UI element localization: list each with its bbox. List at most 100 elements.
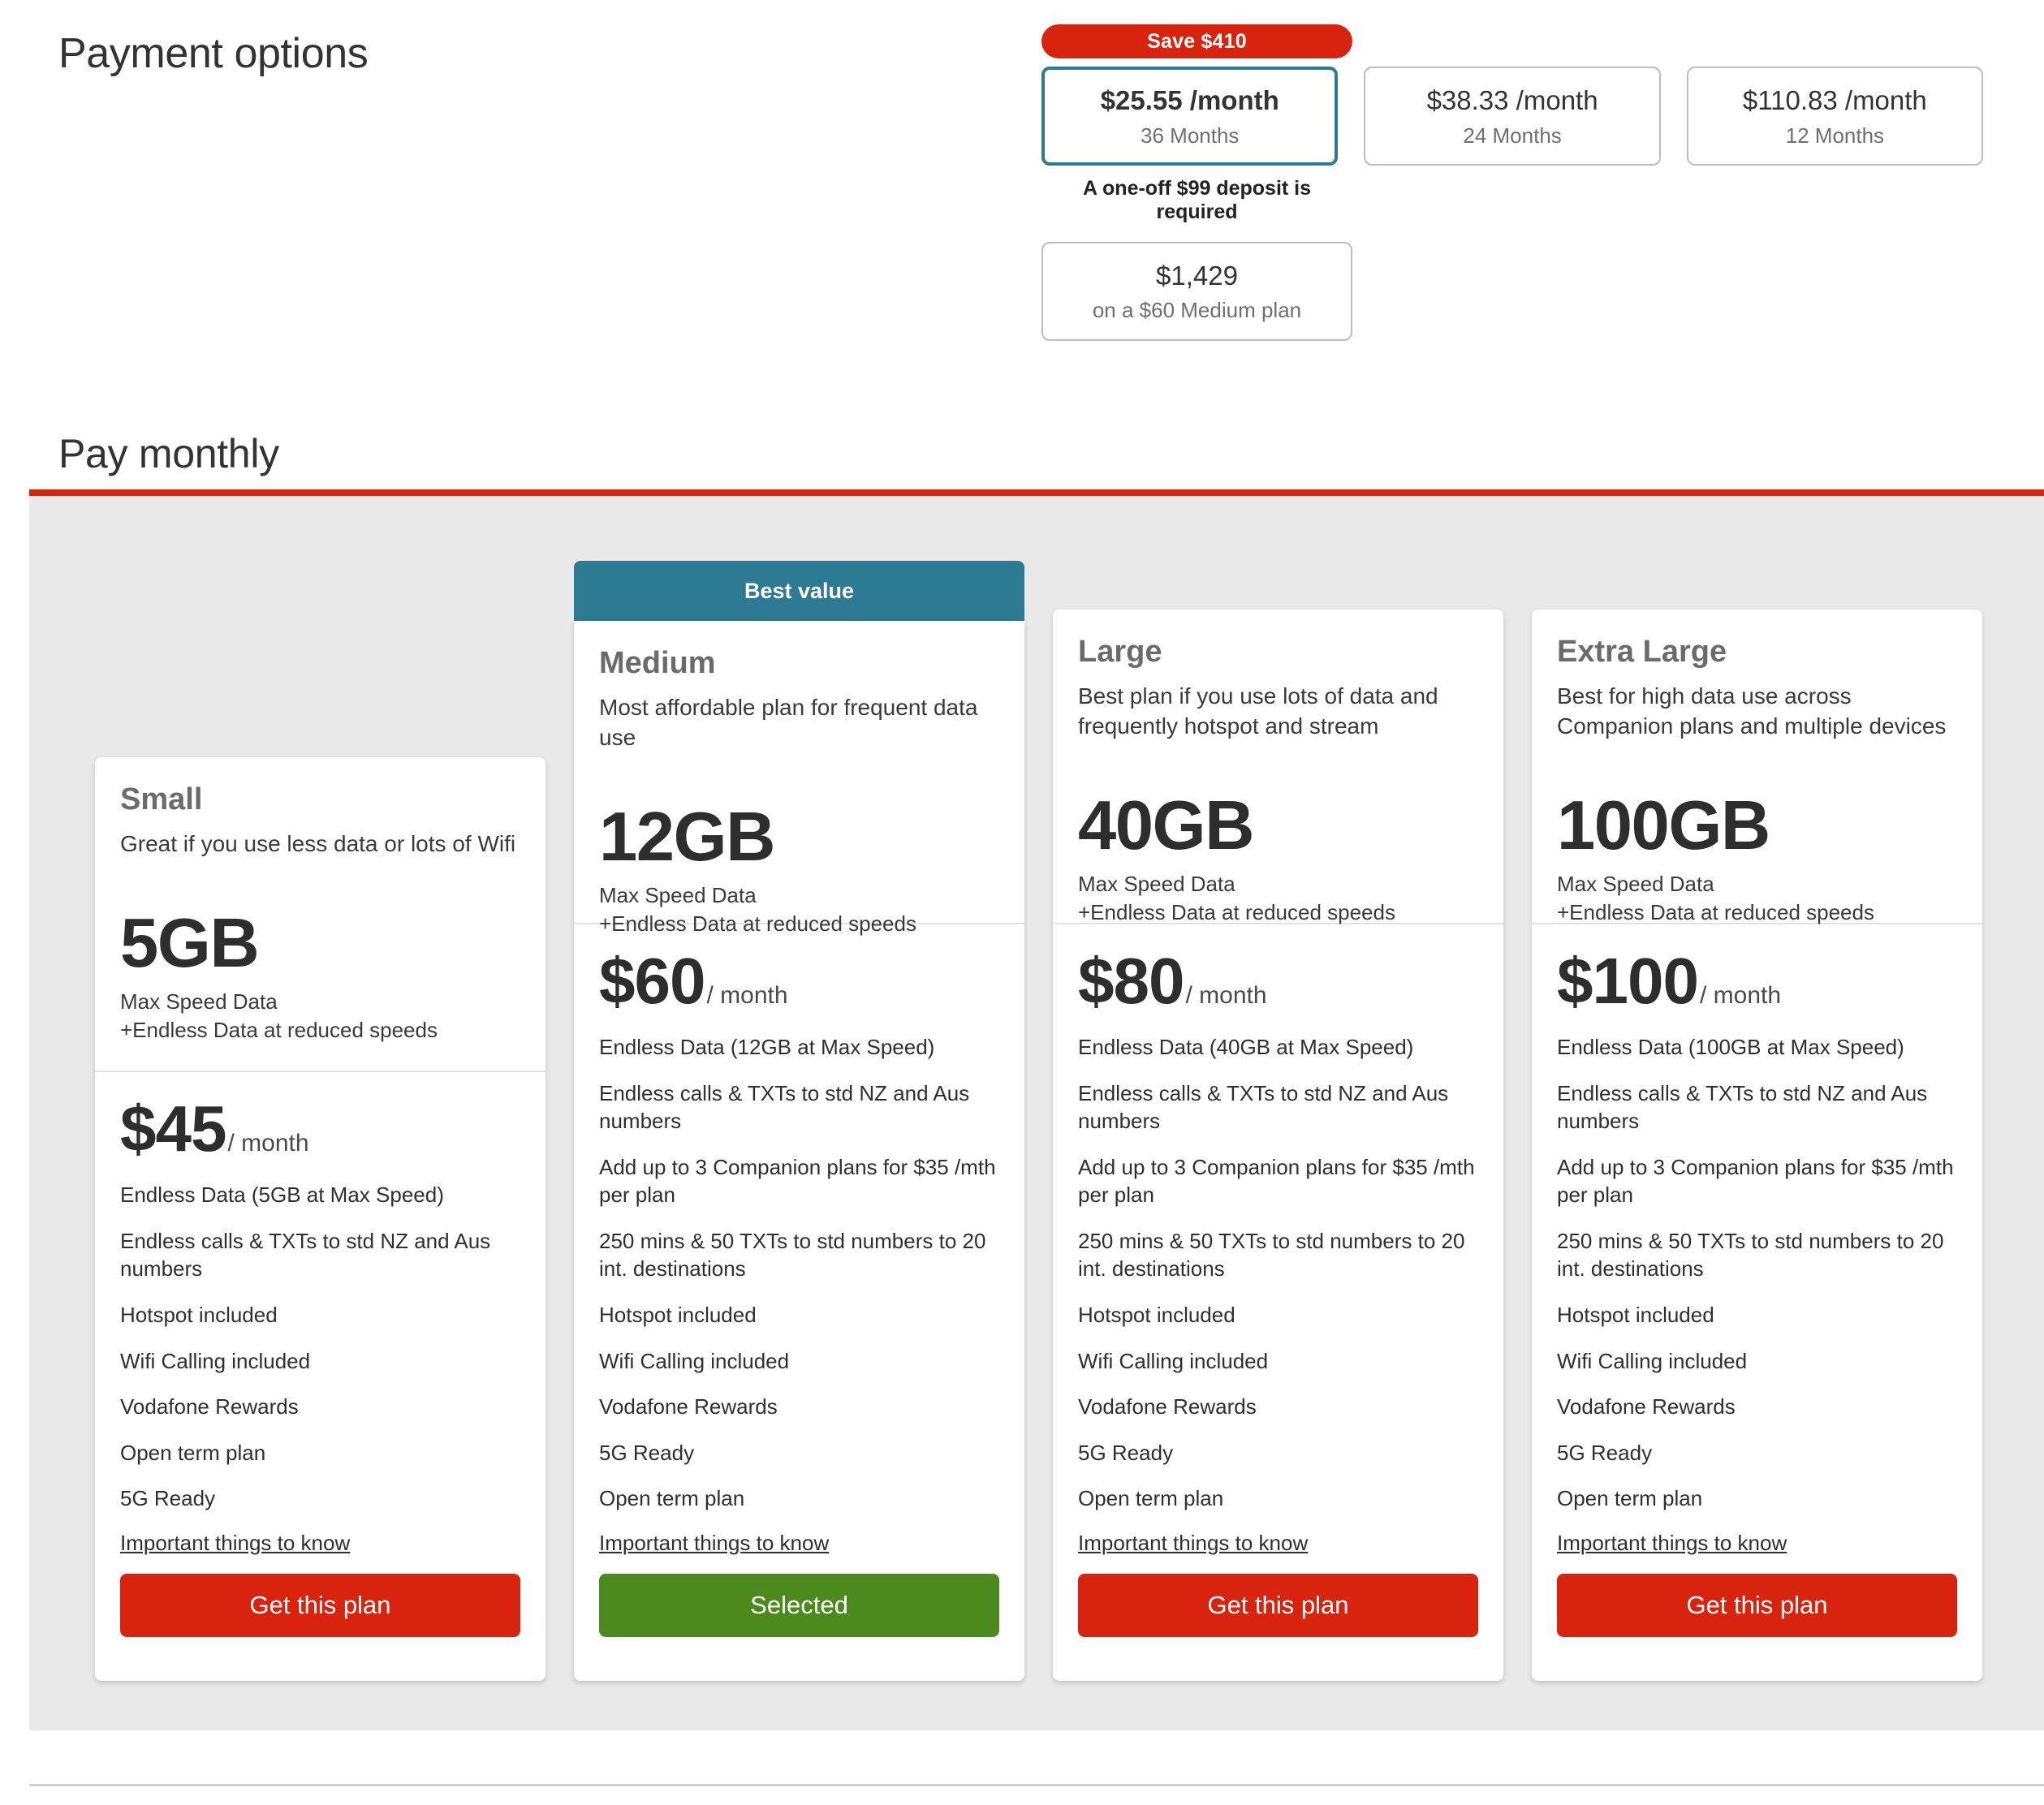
plan-data-allowance: 100GB [1557,787,1770,865]
plan-feature: Wifi Calling included [599,1348,790,1373]
plan-feature: Hotspot included [599,1303,757,1328]
plan-feature: Endless calls & TXTs to std NZ and Aus n… [120,1228,491,1282]
term-option-card[interactable]: $110.83 /month 12 Months [1686,67,1983,166]
plan-footer: Selected [574,1573,1024,1681]
plan-column: Extra Large Best for high data use across… [1532,610,1982,1681]
plan-data-allowance: 40GB [1078,787,1255,865]
plan-header: Small Great if you use less data or lots … [95,757,545,1073]
plan-price-period: / month [1185,982,1267,1009]
plan-feature: 250 mins & 50 TXTs to std numbers to 20 … [599,1228,986,1282]
plan-price-period: / month [706,982,788,1009]
plan-price-amount: $80 [1078,945,1184,1017]
plan-feature: Endless calls & TXTs to std NZ and Aus n… [1078,1080,1449,1134]
best-value-banner: Best value [574,561,1024,622]
plan-feature: Add up to 3 Companion plans for $35 /mth… [599,1154,996,1208]
plan-price-line: $45/ month [120,1096,520,1161]
term-options-row: $25.55 /month 36 Months $38.33 /month 24 Mo… [1041,67,1983,166]
plan-data-note: Max Speed Data +Endless Data at reduced s… [1078,870,1478,927]
term-picker: Save $410 $25.55 /month 36 Months $38.33 /… [1041,24,1983,341]
term-option-duration: 36 Months [1141,123,1240,149]
plan-feature: Endless calls & TXTs to std NZ and Aus n… [599,1080,970,1134]
plan-price-line: $100/ month [1557,949,1957,1014]
plan-data-allowance: 5GB [120,905,260,983]
max-speed-label: Max Speed Data [1078,872,1235,897]
payment-options-section: Payment options Save $410 $25.55 /month 3… [0,0,2044,422]
plan-feature: Endless Data (12GB at Max Speed) [599,1035,935,1059]
plans-row: Small Great if you use less data or lots … [95,561,1982,1681]
plan-tagline: Best for high data use across Companion … [1557,683,1947,739]
plan-name: Extra Large [1557,635,1727,669]
term-option-card[interactable]: $25.55 /month 36 Months [1041,67,1339,166]
plan-data-allowance: 12GB [599,799,776,877]
endless-data-label: +Endless Data at reduced speeds [120,1018,438,1043]
plan-card: Extra Large Best for high data use across… [1532,610,1982,1681]
plan-feature: Vodafone Rewards [120,1394,299,1419]
important-things-link[interactable]: Important things to know [1078,1531,1308,1556]
plan-column: Small Great if you use less data or lots … [95,757,545,1681]
plan-feature: Add up to 3 Companion plans for $35 /mth… [1557,1154,1954,1208]
important-things-link[interactable]: Important things to know [1557,1531,1787,1556]
plan-feature: Hotspot included [120,1303,278,1328]
get-this-plan-button[interactable]: Get this plan [1557,1573,1957,1637]
plan-feature: Add up to 3 Companion plans for $35 /mth… [1078,1154,1475,1208]
term-option-duration: 12 Months [1785,123,1885,149]
plan-feature: Open term plan [599,1486,745,1511]
plan-name: Large [1078,635,1162,669]
plan-column: Large Best plan if you use lots of data a… [1053,610,1503,1681]
plan-price-period: / month [1699,982,1782,1009]
page-bottom-divider [29,1784,2044,1786]
plan-price-period: / month [227,1130,309,1157]
plan-feature: Vodafone Rewards [1078,1394,1257,1419]
plan-name: Small [120,782,203,817]
endless-data-label: +Endless Data at reduced speeds [1557,900,1874,925]
total-cost-card: $1,429 on a $60 Medium plan [1041,242,1352,341]
plan-header: Large Best plan if you use lots of data a… [1053,610,1503,924]
plan-price-line: $60/ month [599,949,999,1014]
plan-name: Medium [599,646,716,680]
plan-feature: 5G Ready [120,1486,216,1511]
plan-price-amount: $100 [1557,945,1699,1017]
plan-feature: Vodafone Rewards [1557,1394,1736,1419]
plan-data-note: Max Speed Data +Endless Data at reduced s… [1557,870,1957,927]
max-speed-label: Max Speed Data [1557,872,1714,897]
plan-card: Medium Most affordable plan for frequent … [574,621,1024,1681]
plan-data-note: Max Speed Data +Endless Data at reduced s… [120,988,520,1045]
plan-footer: Get this plan [95,1573,545,1681]
get-this-plan-button[interactable]: Get this plan [1078,1573,1478,1637]
plan-feature: Open term plan [120,1440,266,1465]
plan-feature: Endless Data (5GB at Max Speed) [120,1183,444,1208]
get-this-plan-button[interactable]: Get this plan [120,1573,520,1637]
deposit-note: A one-off $99 deposit is required [1082,177,1312,223]
plan-feature: Wifi Calling included [1557,1348,1748,1373]
plan-feature: 5G Ready [1557,1440,1653,1465]
section-divider-red [29,489,2044,496]
plans-panel: Small Great if you use less data or lots … [29,496,2044,1730]
selected-plan-button[interactable]: Selected [599,1573,999,1637]
plan-feature: 5G Ready [599,1440,695,1465]
plan-feature: Wifi Calling included [120,1348,311,1373]
term-option-card[interactable]: $38.33 /month 24 Months [1364,67,1661,166]
page-title: Payment options [58,30,369,77]
plan-feature: Vodafone Rewards [599,1394,778,1419]
plan-tagline: Great if you use less data or lots of Wi… [120,831,516,857]
plan-price-amount: $60 [599,945,705,1017]
pay-monthly-heading: Pay monthly [58,431,279,476]
important-things-link[interactable]: Important things to know [599,1531,829,1556]
important-things-link[interactable]: Important things to know [120,1531,350,1556]
plan-body: $80/ month Endless Data (40GB at Max Spee… [1053,924,1503,1574]
plan-body: $60/ month Endless Data (12GB at Max Spee… [574,924,1024,1574]
max-speed-label: Max Speed Data [120,989,278,1015]
max-speed-label: Max Speed Data [599,883,757,908]
total-cost-amount: $1,429 [1156,260,1238,291]
plan-tagline: Best plan if you use lots of data and fr… [1078,683,1438,739]
plan-feature: 5G Ready [1078,1440,1174,1465]
plan-feature: Endless Data (40GB at Max Speed) [1078,1035,1414,1059]
term-option-duration: 24 Months [1463,123,1562,149]
plan-feature: Open term plan [1557,1486,1703,1511]
plan-price-amount: $45 [120,1092,226,1165]
plan-feature: Endless calls & TXTs to std NZ and Aus n… [1557,1080,1928,1134]
plan-card: Small Great if you use less data or lots … [95,757,545,1681]
plan-body: $45/ month Endless Data (5GB at Max Speed… [95,1072,545,1574]
plan-price-line: $80/ month [1078,949,1478,1014]
term-option-price: $110.83 /month [1742,84,1927,115]
